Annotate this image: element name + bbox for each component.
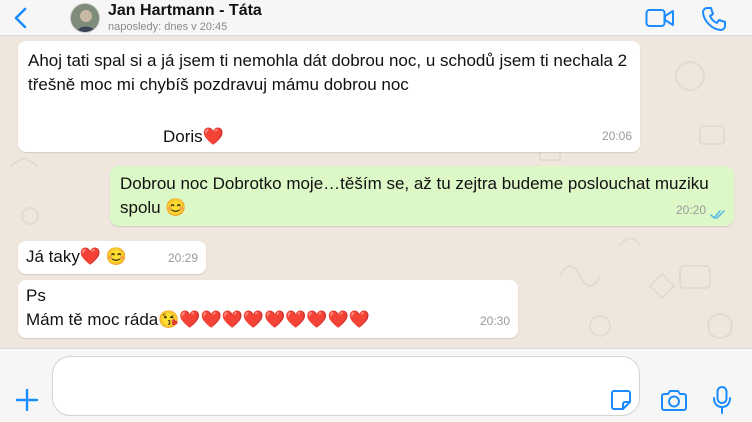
message-text: Dobrou noc Dobrotko moje…těším se, až tu… <box>120 174 714 217</box>
contact-status: naposledy: dnes v 20:45 <box>108 21 228 33</box>
sticker-icon[interactable] <box>608 387 634 413</box>
outgoing-message[interactable]: Dobrou noc Dobrotko moje…těším se, až tu… <box>110 166 734 226</box>
incoming-message[interactable]: Ps Mám tě moc ráda😘❤️❤️❤️❤️❤️❤️❤️❤️❤️ 20… <box>18 280 518 338</box>
message-signature: Doris❤️ <box>163 127 224 146</box>
message-input[interactable] <box>52 356 640 416</box>
avatar[interactable] <box>70 3 100 33</box>
composer-bar <box>0 348 752 422</box>
message-list[interactable]: Ahoj tati spal si a já jsem ti nemohla d… <box>0 36 752 348</box>
message-time: 20:30 <box>479 314 510 328</box>
message-time: 20:06 <box>601 129 632 143</box>
video-camera-icon[interactable] <box>645 7 675 29</box>
chat-header: Jan Hartmann - Táta naposledy: dnes v 20… <box>0 0 752 36</box>
plus-icon[interactable] <box>14 387 40 413</box>
message-time: 20:29 <box>167 251 198 265</box>
chevron-left-icon[interactable] <box>10 6 32 30</box>
message-time: 20:20 <box>675 203 706 217</box>
microphone-icon[interactable] <box>711 385 733 415</box>
double-check-icon <box>710 210 725 219</box>
contact-name[interactable]: Jan Hartmann - Táta <box>108 2 262 20</box>
message-text: Ahoj tati spal si a já jsem ti nemohla d… <box>28 51 632 94</box>
message-text-line2: Mám tě moc ráda😘❤️❤️❤️❤️❤️❤️❤️❤️❤️ <box>26 310 370 329</box>
incoming-message[interactable]: Ahoj tati spal si a já jsem ti nemohla d… <box>18 41 640 152</box>
incoming-message[interactable]: Já taky❤️ 😊 20:29 <box>18 241 206 274</box>
camera-icon[interactable] <box>660 388 688 412</box>
phone-icon[interactable] <box>701 6 727 32</box>
message-text-line1: Ps <box>26 286 46 305</box>
